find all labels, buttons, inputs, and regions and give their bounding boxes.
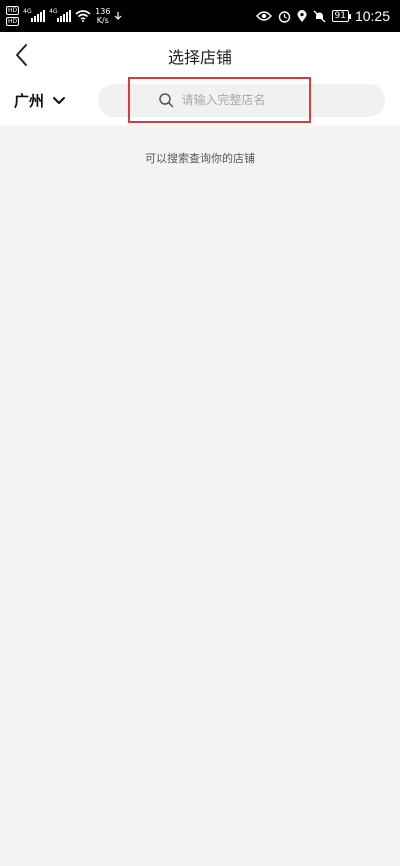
status-bar-left: HD HD 4G 4G 136 K/s bbox=[6, 0, 122, 32]
battery-icon: 91 bbox=[331, 10, 352, 22]
city-selector[interactable]: 广州 bbox=[14, 90, 66, 111]
search-row: 广州 bbox=[0, 77, 400, 125]
arrow-down-icon bbox=[114, 12, 122, 20]
search-input[interactable] bbox=[181, 93, 282, 107]
status-bar-right: 91 10:25 bbox=[255, 0, 390, 32]
chevron-down-icon bbox=[53, 96, 66, 104]
network-speed: 136 K/s bbox=[95, 7, 111, 25]
status-bar: HD HD 4G 4G 136 K/s 91 10:25 bbox=[0, 0, 400, 32]
search-icon bbox=[158, 93, 173, 108]
location-icon bbox=[296, 9, 307, 22]
alarm-icon bbox=[278, 10, 290, 23]
hd-badge-icon: HD HD bbox=[6, 6, 20, 26]
signal-icon: 4G bbox=[23, 8, 46, 22]
wifi-icon bbox=[75, 10, 91, 22]
nav-header: 选择店铺 bbox=[0, 32, 400, 77]
clock: 10:25 bbox=[354, 8, 390, 24]
search-bar[interactable] bbox=[98, 77, 385, 123]
empty-hint-text: 可以搜索查询你的店铺 bbox=[145, 152, 255, 165]
mute-icon bbox=[313, 10, 325, 22]
page-title: 选择店铺 bbox=[167, 48, 232, 67]
signal-icon-2: 4G bbox=[49, 8, 72, 22]
eye-icon bbox=[255, 11, 272, 21]
city-label: 广州 bbox=[14, 92, 45, 110]
search-highlight-box bbox=[128, 77, 311, 123]
